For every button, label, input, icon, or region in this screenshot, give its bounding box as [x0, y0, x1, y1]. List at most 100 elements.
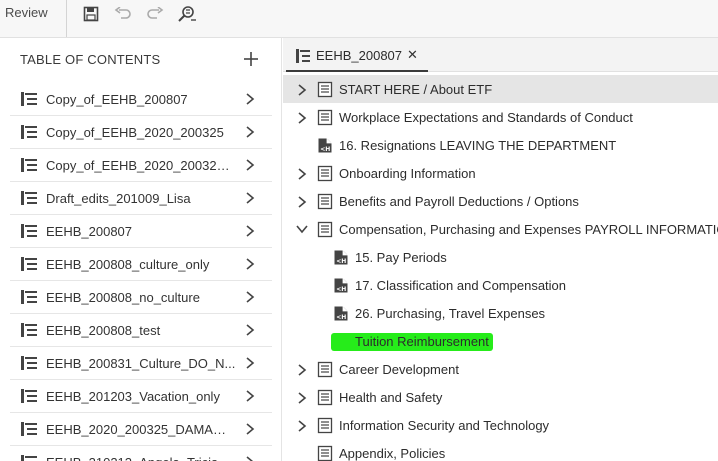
tree-row[interactable]: Career Development	[283, 355, 718, 383]
toc-item-label: Copy_of_EEHB_2020_200325_...	[46, 158, 236, 173]
toc-item-label: EEHB_200808_test	[46, 323, 161, 338]
tree-row[interactable]: Workplace Expectations and Standards of …	[283, 103, 718, 131]
toc-icon	[20, 388, 38, 404]
tree-row[interactable]: Onboarding Information	[283, 159, 718, 187]
search-replace-icon[interactable]	[176, 4, 198, 24]
folder-doc-icon	[317, 361, 333, 378]
toc-icon	[20, 289, 38, 305]
chevron-right-icon[interactable]	[244, 92, 256, 106]
toc-item-label: EEHB_201203_Vacation_only	[46, 389, 220, 404]
svg-text:<H: <H	[336, 286, 346, 293]
folder-doc-icon	[317, 81, 333, 98]
chevron-right-icon[interactable]	[244, 191, 256, 205]
tree-item-label: Appendix, Policies	[339, 446, 446, 461]
tree-row[interactable]: Compensation, Purchasing and Expenses PA…	[283, 215, 718, 243]
toc-item[interactable]: EEHB_201203_Vacation_only	[10, 380, 272, 413]
toc-item[interactable]: Copy_of_EEHB_2020_200325_...	[10, 149, 272, 182]
toc-item-label: EEHB_200808_culture_only	[46, 257, 210, 272]
toc-icon	[20, 256, 38, 272]
undo-icon[interactable]	[112, 4, 134, 24]
toc-item[interactable]: EEHB_200808_test	[10, 314, 272, 347]
review-label: Review	[5, 5, 48, 20]
tree-item-label: Workplace Expectations and Standards of …	[339, 110, 633, 125]
toc-icon	[20, 322, 38, 338]
toc-icon	[295, 48, 313, 64]
save-icon[interactable]	[80, 4, 102, 24]
toc-item[interactable]: EEHB_200808_culture_only	[10, 248, 272, 281]
folder-doc-icon	[317, 221, 333, 238]
tab-eehb-200807[interactable]: EEHB_200807 ✕	[286, 38, 428, 72]
toc-item[interactable]: EEHB_2020_200325_DAMAGE...	[10, 413, 272, 446]
toc-panel: TABLE OF CONTENTS Copy_of_EEHB_200807 Cop…	[0, 38, 282, 461]
editor-panel: EEHB_200807 ✕ START HERE / About ETF Work…	[283, 38, 718, 461]
toc-item[interactable]: Draft_edits_201009_Lisa	[10, 182, 272, 215]
chevron-right-icon[interactable]	[244, 257, 256, 271]
toc-item[interactable]: EEHB_200807	[10, 215, 272, 248]
chevron-right-icon[interactable]	[296, 363, 308, 376]
chevron-right-icon[interactable]	[244, 455, 256, 461]
folder-doc-icon	[317, 165, 333, 182]
chevron-right-icon[interactable]	[244, 125, 256, 139]
toolbar-divider	[66, 0, 67, 37]
chevron-right-icon[interactable]	[296, 195, 308, 208]
tree-row[interactable]: <H 26. Purchasing, Travel Expenses	[283, 299, 718, 327]
chevron-down-icon[interactable]	[296, 223, 308, 235]
toc-item[interactable]: EEHB_200831_Culture_DO_N...	[10, 347, 272, 380]
tree-row[interactable]: <H 15. Pay Periods	[283, 243, 718, 271]
chevron-right-icon[interactable]	[244, 290, 256, 304]
tree-row[interactable]: Information Security and Technology	[283, 411, 718, 439]
chevron-right-icon[interactable]	[244, 224, 256, 238]
tree-item-label: Career Development	[339, 362, 459, 377]
tree-row[interactable]: <H 17. Classification and Compensation	[283, 271, 718, 299]
topic-file-icon: <H	[333, 249, 349, 266]
toc-item-label: EEHB_200808_no_culture	[46, 290, 200, 305]
chevron-right-icon[interactable]	[296, 167, 308, 180]
toc-icon	[20, 355, 38, 371]
tree-item-label: Information Security and Technology	[339, 418, 550, 433]
toc-icon	[20, 421, 38, 437]
toc-tree: START HERE / About ETF Workplace Expectat…	[283, 75, 718, 461]
chevron-right-icon[interactable]	[296, 83, 308, 96]
chevron-right-icon[interactable]	[296, 419, 308, 432]
tree-row[interactable]: Appendix, Policies	[283, 439, 718, 461]
tab-label: EEHB_200807	[316, 48, 403, 63]
toc-icon	[20, 223, 38, 239]
toc-icon	[20, 190, 38, 206]
toc-icon	[20, 124, 38, 140]
toc-icon	[20, 157, 38, 173]
tree-row[interactable]: <HTuition Reimbursement	[283, 327, 718, 355]
add-icon[interactable]	[241, 49, 261, 69]
toc-item[interactable]: Copy_of_EEHB_2020_200325	[10, 116, 272, 149]
toc-list: Copy_of_EEHB_200807 Copy_of_EEHB_2020_200…	[10, 83, 272, 461]
toc-item[interactable]: Copy_of_EEHB_200807	[10, 83, 272, 116]
toc-item[interactable]: EEHB_200808_no_culture	[10, 281, 272, 314]
toc-item[interactable]: EEHB_210212_Angela_Tricia	[10, 446, 272, 461]
chevron-right-icon[interactable]	[296, 391, 308, 404]
svg-text:<H: <H	[336, 314, 346, 321]
folder-doc-icon	[317, 417, 333, 434]
topic-file-icon: <H	[333, 305, 349, 322]
tree-item-label: START HERE / About ETF	[339, 82, 493, 97]
chevron-right-icon[interactable]	[244, 158, 256, 172]
chevron-right-icon[interactable]	[244, 356, 256, 370]
toc-item-label: Copy_of_EEHB_200807	[46, 92, 188, 107]
highlighted-label: Tuition Reimbursement	[331, 333, 493, 351]
folder-doc-icon	[317, 109, 333, 126]
toc-item-label: EEHB_200807	[46, 224, 133, 239]
chevron-right-icon[interactable]	[244, 323, 256, 337]
tree-item-label: 17. Classification and Compensation	[355, 278, 567, 293]
redo-icon[interactable]	[144, 4, 166, 24]
tree-row[interactable]: <H 16. Resignations LEAVING THE DEPARTMEN…	[283, 131, 718, 159]
close-icon[interactable]: ✕	[407, 47, 418, 63]
tree-item-label: Health and Safety	[339, 390, 443, 405]
tree-row[interactable]: Benefits and Payroll Deductions / Option…	[283, 187, 718, 215]
tree-row[interactable]: START HERE / About ETF	[283, 75, 718, 103]
chevron-right-icon[interactable]	[244, 389, 256, 403]
tree-row[interactable]: Health and Safety	[283, 383, 718, 411]
chevron-right-icon[interactable]	[244, 422, 256, 436]
svg-text:<H: <H	[320, 146, 330, 153]
tab-bar: EEHB_200807 ✕	[283, 38, 718, 72]
toc-item-label: Copy_of_EEHB_2020_200325	[46, 125, 224, 140]
tree-item-label: 16. Resignations LEAVING THE DEPARTMENT	[339, 138, 617, 153]
chevron-right-icon[interactable]	[296, 111, 308, 124]
